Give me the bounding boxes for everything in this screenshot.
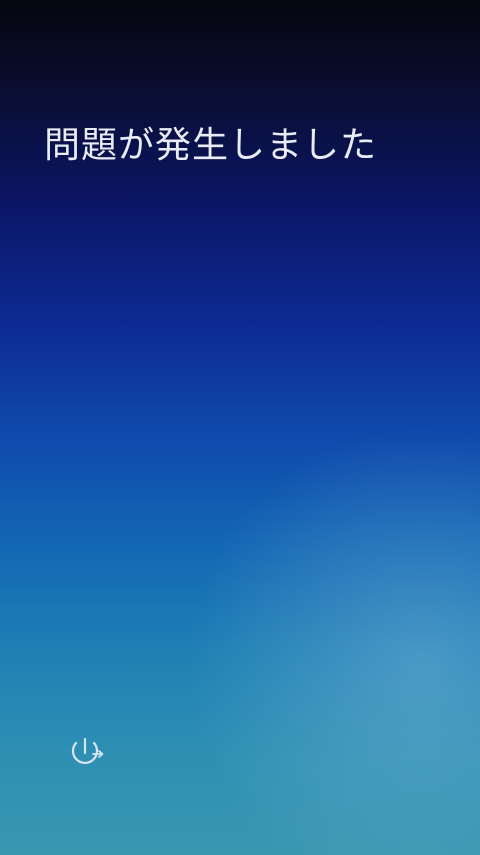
power-options-button[interactable]	[64, 734, 106, 770]
power-options-icon	[64, 734, 106, 770]
error-title: 問題が発生しました	[44, 125, 378, 166]
recovery-screen: 問題が発生しました	[0, 0, 480, 855]
